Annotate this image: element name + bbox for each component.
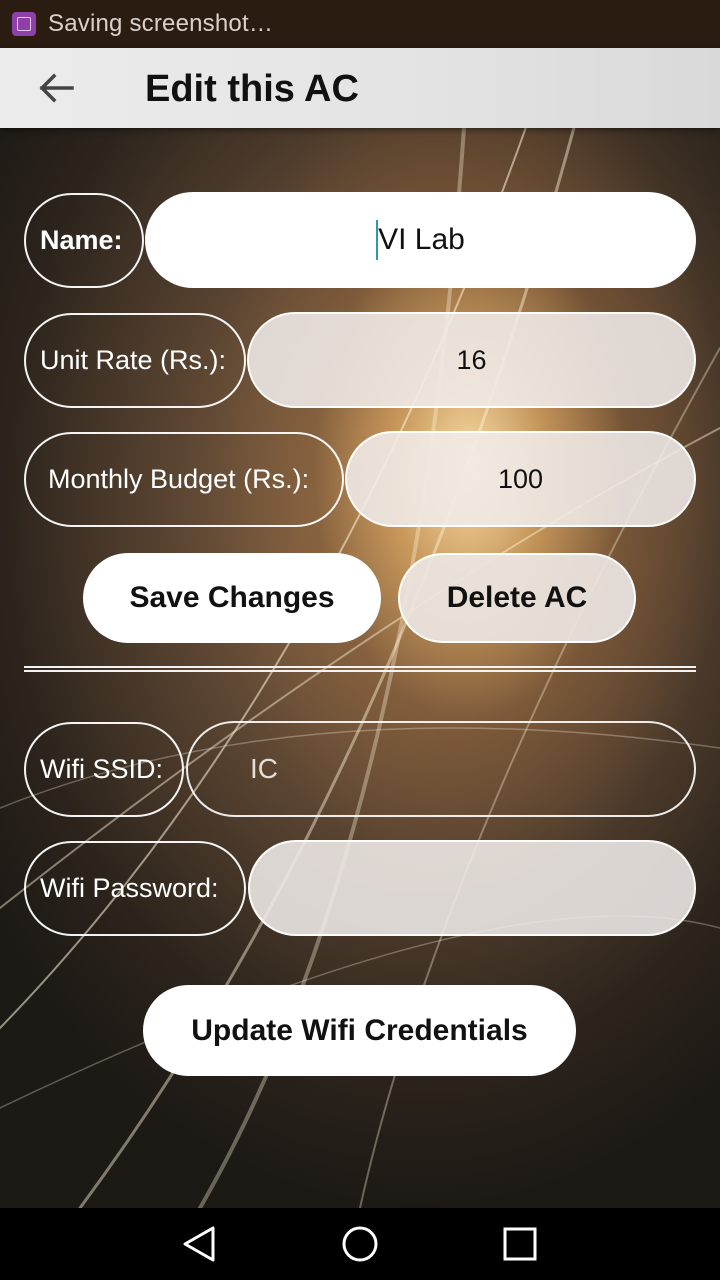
wifi-ssid-input[interactable]: IC [186,721,696,817]
back-triangle-icon [183,1226,215,1262]
section-divider [24,666,696,672]
status-text: Saving screenshot… [48,10,274,37]
page-title: Edit this AC [145,68,359,110]
name-label: Name: [24,193,144,288]
text-cursor [376,220,379,260]
delete-ac-button[interactable]: Delete AC [398,553,636,643]
status-bar: Saving screenshot… [0,0,720,48]
app-bar: Edit this AC [0,48,720,128]
nav-home-button[interactable] [340,1224,380,1264]
arrow-left-icon [39,73,74,103]
monthly-budget-label: Monthly Budget (Rs.): [24,432,344,527]
back-button[interactable] [24,64,88,112]
wifi-ssid-label: Wifi SSID: [24,722,184,817]
wifi-password-input[interactable] [248,840,696,936]
nav-recents-button[interactable] [500,1224,540,1264]
navigation-bar [0,1208,720,1280]
wifi-password-label: Wifi Password: [24,841,246,936]
screenshot-icon [12,12,36,36]
unit-rate-value: 16 [456,344,487,375]
name-value: VI Lab [378,223,465,256]
name-input[interactable]: VI Lab [145,192,696,288]
unit-rate-label: Unit Rate (Rs.): [24,313,246,408]
nav-back-button[interactable] [180,1224,220,1264]
monthly-budget-input[interactable]: 100 [345,431,696,527]
home-circle-icon [342,1226,378,1262]
wifi-ssid-value: IC [250,753,278,784]
update-wifi-button[interactable]: Update Wifi Credentials [143,985,576,1076]
save-changes-button[interactable]: Save Changes [83,553,381,643]
monthly-budget-value: 100 [497,463,544,494]
recents-square-icon [503,1227,537,1261]
unit-rate-input[interactable]: 16 [247,312,696,408]
